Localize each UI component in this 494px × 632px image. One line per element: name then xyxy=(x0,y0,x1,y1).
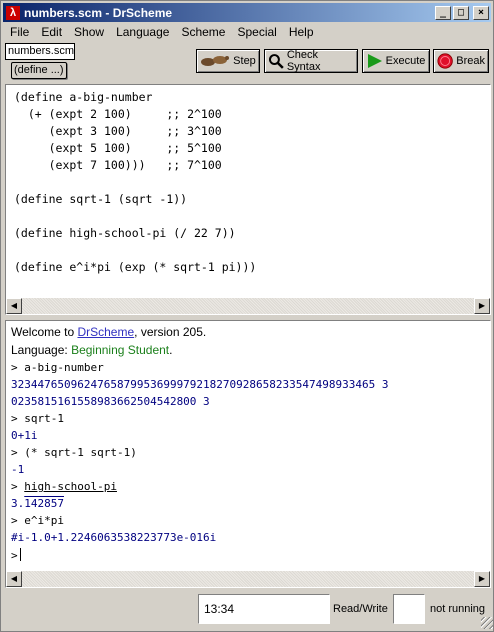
repl-input-line: > high-school-pi xyxy=(11,480,117,493)
scroll-right-arrow-icon[interactable]: ▶ xyxy=(474,298,490,314)
status-bar: 13:34 Read/Write not running xyxy=(1,591,494,631)
stop-icon xyxy=(437,53,453,69)
repl-input-line: > (* sqrt-1 sqrt-1) xyxy=(11,446,137,459)
scroll-left-arrow-icon[interactable]: ◀ xyxy=(6,298,22,314)
execute-button[interactable]: Execute xyxy=(362,49,430,73)
define-popup-menu[interactable]: (define ...) xyxy=(11,62,67,79)
repl-input-line: > sqrt-1 xyxy=(11,412,64,425)
menu-special[interactable]: Special xyxy=(231,24,282,42)
drscheme-window: λ numbers.scm - DrScheme _ □ × File Edit… xyxy=(0,0,494,632)
code-line: (define a-big-number xyxy=(14,90,153,104)
repl-output-line: 3234476509624765879953699979218270928658… xyxy=(11,378,389,391)
scroll-right-arrow-icon[interactable]: ▶ xyxy=(474,571,490,587)
resize-grip-icon[interactable] xyxy=(481,617,493,629)
code-line: (define sqrt-1 (sqrt -1)) xyxy=(14,192,188,206)
welcome-line: Welcome to DrScheme, version 205. xyxy=(11,325,207,339)
repl-output-line: -1 xyxy=(11,463,25,476)
repl-output-line: #i-1.0+1.2246063538223773e-016i xyxy=(11,531,217,544)
check-syntax-button[interactable]: Check Syntax xyxy=(264,49,358,73)
prompt-symbol: > xyxy=(11,412,18,425)
repl-input-line: > a-big-number xyxy=(11,361,104,374)
check-syntax-label: Check Syntax xyxy=(286,49,321,73)
close-button[interactable]: × xyxy=(473,5,489,20)
interactions-window[interactable]: Welcome to DrScheme, version 205. Langua… xyxy=(5,320,491,588)
code-line: (expt 5 100) ;; 5^100 xyxy=(14,141,222,155)
code-line: (define high-school-pi (/ 22 7)) xyxy=(14,226,236,240)
magnifier-icon xyxy=(268,54,284,69)
definitions-horizontal-scrollbar[interactable]: ◀ ▶ xyxy=(6,298,490,314)
drscheme-link[interactable]: DrScheme xyxy=(77,325,134,339)
text-cursor xyxy=(19,548,21,561)
prompt-symbol: > xyxy=(11,514,18,527)
window-title: numbers.scm - DrScheme xyxy=(24,5,173,20)
running-status: not running xyxy=(430,603,486,615)
language-line: Language: Beginning Student. xyxy=(11,343,173,357)
definitions-code[interactable]: (define a-big-number (+ (expt 2 100) ;; … xyxy=(14,89,256,276)
repl-input-line: > e^i*pi xyxy=(11,514,64,527)
prompt-symbol: > xyxy=(11,549,18,562)
repl-current-prompt[interactable]: > xyxy=(11,548,21,562)
play-icon xyxy=(367,54,382,68)
prompt-symbol: > xyxy=(11,361,18,374)
code-line: (expt 7 100))) ;; 7^100 xyxy=(14,158,222,172)
repl-output-line: 3.142857 xyxy=(11,497,64,510)
read-write-status: Read/Write xyxy=(333,603,388,615)
execute-label: Execute xyxy=(385,55,426,67)
title-bar[interactable]: λ numbers.scm - DrScheme _ □ × xyxy=(3,3,491,22)
minimize-button[interactable]: _ xyxy=(435,5,451,20)
running-indicator xyxy=(393,594,425,624)
file-name-button[interactable]: numbers.scm xyxy=(5,43,75,60)
maximize-button[interactable]: □ xyxy=(453,5,469,20)
menu-help[interactable]: Help xyxy=(283,24,320,42)
prompt-symbol: > xyxy=(11,446,18,459)
code-line: (+ (expt 2 100) ;; 2^100 xyxy=(14,107,222,121)
break-button[interactable]: Break xyxy=(433,49,489,73)
cursor-position: 13:34 xyxy=(198,594,330,624)
footprints-icon xyxy=(201,56,230,66)
break-label: Break xyxy=(456,55,485,67)
language-name: Beginning Student xyxy=(71,343,170,357)
step-label: Step xyxy=(233,55,256,67)
repl-output-line: 0235815161558983662504542800 3 xyxy=(11,395,210,408)
interactions-horizontal-scrollbar[interactable]: ◀ ▶ xyxy=(6,571,490,587)
step-button[interactable]: Step xyxy=(196,49,260,73)
code-line: (define e^i*pi (exp (* sqrt-1 pi))) xyxy=(14,260,257,274)
menu-bar: File Edit Show Language Scheme Special H… xyxy=(4,24,320,42)
menu-edit[interactable]: Edit xyxy=(35,24,68,42)
definitions-editor[interactable]: (define a-big-number (+ (expt 2 100) ;; … xyxy=(5,84,491,315)
lambda-icon: λ xyxy=(6,5,20,20)
menu-file[interactable]: File xyxy=(4,24,35,42)
code-line: (expt 3 100) ;; 3^100 xyxy=(14,124,222,138)
menu-show[interactable]: Show xyxy=(68,24,110,42)
menu-scheme[interactable]: Scheme xyxy=(175,24,231,42)
scroll-left-arrow-icon[interactable]: ◀ xyxy=(6,571,22,587)
repl-output-line: 0+1i xyxy=(11,429,38,442)
prompt-symbol: > xyxy=(11,480,18,493)
repeating-decimal: 142857 xyxy=(24,497,64,510)
menu-language[interactable]: Language xyxy=(110,24,175,42)
